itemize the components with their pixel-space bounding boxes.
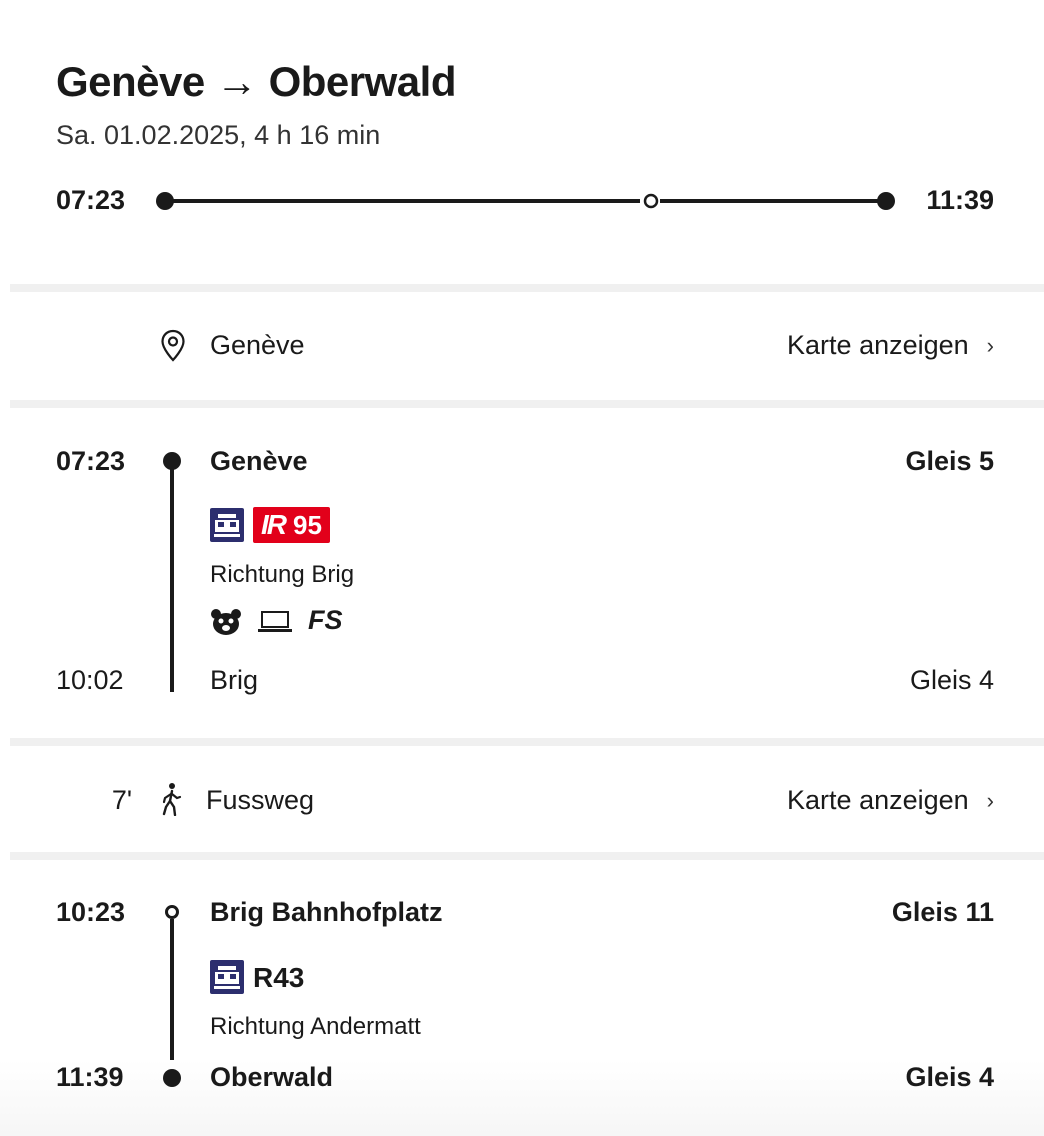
leg-line: [170, 919, 174, 1079]
leg-departure-station: Genève: [210, 446, 308, 476]
timeline-end-dot: [877, 192, 895, 210]
walk-label: Fussweg: [206, 785, 315, 815]
leg-departure-time: 07:23: [56, 446, 126, 476]
walk-duration: 7': [111, 785, 132, 815]
journey-date-duration: Sa. 01.02.2025, 4 h 16 min: [56, 120, 381, 150]
family-car-icon: [211, 609, 241, 635]
walking-person-icon: [162, 783, 182, 816]
section-divider: [10, 852, 1044, 860]
origin-map-link[interactable]: Karte anzeigen ›: [787, 330, 994, 361]
train-icon: [210, 508, 244, 542]
overview-arrival-time: 11:39: [926, 185, 994, 215]
leg-direction: Richtung Brig: [210, 561, 355, 588]
origin-station: Genève: [210, 330, 305, 360]
line-name: R43: [253, 962, 305, 993]
section-divider: [10, 738, 1044, 746]
journey-overview-timeline: [156, 192, 895, 210]
leg-departure-station: Brig Bahnhofplatz: [210, 897, 443, 927]
train-icon: [210, 960, 244, 994]
leg-line: [170, 460, 174, 692]
overview-departure-time: 07:23: [56, 185, 126, 215]
chevron-right-icon: ›: [986, 787, 994, 813]
leg-arrival-station: Oberwald: [210, 1062, 334, 1092]
page-title: Genève → Oberwald: [56, 58, 456, 105]
leg-departure-platform: Gleis 5: [905, 446, 994, 476]
chevron-right-icon: ›: [986, 332, 994, 358]
leg-arrival-platform: Gleis 4: [905, 1062, 994, 1092]
line-number: 95: [293, 509, 322, 540]
line-badge-ir95: IR 95: [253, 507, 330, 543]
timeline-transfer-dot: [643, 193, 659, 209]
journey-header: Genève → Oberwald Sa. 01.02.2025, 4 h 16…: [0, 0, 1044, 284]
leg-direction: Richtung Andermatt: [210, 1013, 421, 1040]
timeline-start-dot: [156, 192, 174, 210]
leg-end-dot: [163, 1069, 181, 1087]
bottom-fade: [0, 1060, 1044, 1136]
map-link-label: Karte anzeigen: [787, 330, 969, 360]
line-prefix: IR: [261, 509, 287, 540]
section-divider: [10, 284, 1044, 292]
fs-amenity-label: FS: [308, 605, 343, 635]
business-zone-laptop-icon: [258, 611, 292, 632]
leg-arrival-time: 11:39: [56, 1062, 124, 1092]
walk-map-link[interactable]: Karte anzeigen ›: [787, 785, 994, 816]
leg-departure-platform: Gleis 11: [891, 897, 994, 927]
leg-arrival-platform: Gleis 4: [909, 665, 994, 695]
section-divider: [10, 400, 1044, 408]
map-link-label: Karte anzeigen: [787, 785, 969, 815]
leg-departure-time: 10:23: [56, 897, 126, 927]
leg-start-dot: [165, 905, 179, 919]
leg-arrival-time: 10:02: [56, 665, 124, 695]
leg-arrival-station: Brig: [210, 665, 259, 695]
location-pin-icon: [161, 329, 185, 362]
